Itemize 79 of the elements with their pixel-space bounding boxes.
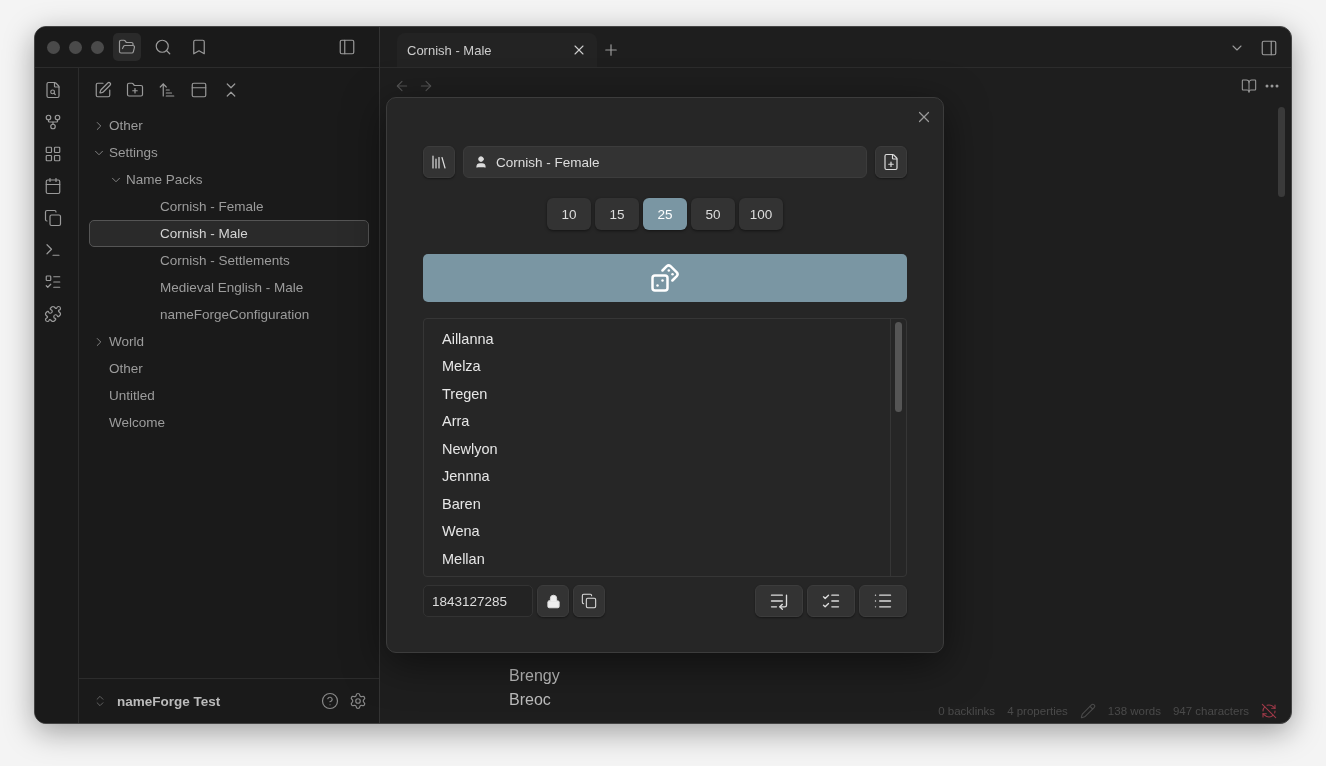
file-search-icon: [43, 81, 62, 99]
panel-icon: [190, 81, 208, 99]
book-icon: [1241, 78, 1257, 94]
name-item[interactable]: Wena: [442, 517, 906, 545]
folder-item[interactable]: Name Packs: [89, 166, 369, 193]
books-icon: [430, 153, 448, 171]
plus-icon: [602, 41, 620, 59]
file-item[interactable]: Medieval English - Male: [89, 274, 369, 301]
seed-field[interactable]: 1843127285: [423, 585, 533, 617]
more-icon[interactable]: [1265, 84, 1279, 88]
new-folder-icon: [126, 81, 144, 99]
name-item[interactable]: Newlyon: [442, 435, 906, 463]
scrollbar[interactable]: [1278, 107, 1285, 197]
insert-button[interactable]: [755, 585, 803, 617]
file-item[interactable]: Cornish - Settlements: [89, 247, 369, 274]
new-note-icon: [94, 81, 112, 99]
bullet-list-button[interactable]: [859, 585, 907, 617]
graph-icon: [43, 113, 62, 131]
search-icon: [154, 38, 172, 56]
file-item[interactable]: nameForgeConfiguration: [89, 301, 369, 328]
forward-icon: [418, 78, 434, 94]
list-icon: [43, 273, 62, 291]
calendar-icon: [43, 177, 62, 195]
tab-title: Cornish - Male: [407, 42, 492, 58]
close-dot[interactable]: [47, 40, 60, 54]
panel-right-icon: [1260, 39, 1278, 57]
panel-left-icon: [338, 38, 356, 56]
folder-item[interactable]: World: [89, 328, 369, 355]
checklist-button[interactable]: [807, 585, 855, 617]
bookmark-icon: [190, 38, 208, 56]
count-button[interactable]: 10: [547, 198, 591, 230]
name-item[interactable]: Tregen: [442, 380, 906, 408]
folder-item[interactable]: Settings: [89, 139, 369, 166]
count-button[interactable]: 50: [691, 198, 735, 230]
scrollbar[interactable]: [895, 322, 902, 412]
name-item[interactable]: Arra: [442, 407, 906, 435]
file-item[interactable]: Cornish - Female: [89, 193, 369, 220]
file-plus-icon: [882, 153, 900, 171]
file-item[interactable]: Untitled: [89, 382, 369, 409]
packs-button[interactable]: [423, 146, 455, 178]
new-file-button[interactable]: [875, 146, 907, 178]
vault-name[interactable]: nameForge Test: [117, 693, 311, 709]
name-item[interactable]: Melza: [442, 352, 906, 380]
back-icon: [394, 78, 410, 94]
dice-icon: [650, 263, 680, 293]
name-item[interactable]: Aillanna: [442, 325, 906, 353]
file-item[interactable]: Welcome: [89, 409, 369, 436]
note-text: Brengy: [509, 666, 560, 686]
file-item[interactable]: Other: [89, 355, 369, 382]
sort-icon: [158, 81, 176, 99]
files-button[interactable]: [113, 33, 141, 61]
lock-icon: [545, 593, 561, 609]
file-item[interactable]: Cornish - Male: [89, 220, 369, 247]
copy-icon: [581, 593, 597, 609]
checklist-icon: [821, 591, 841, 611]
help-icon: [321, 692, 339, 710]
folder-item[interactable]: Other: [89, 112, 369, 139]
pencil-icon: [1079, 703, 1096, 719]
note-text: Breoc: [509, 690, 551, 710]
name-item[interactable]: Mellan: [442, 545, 906, 573]
name-item[interactable]: Baren: [442, 490, 906, 518]
pack-select[interactable]: Cornish - Female: [463, 146, 867, 178]
sync-off-icon: [1261, 703, 1277, 719]
name-item[interactable]: Jennna: [442, 462, 906, 490]
user-icon: [474, 155, 488, 169]
folder-icon: [118, 38, 136, 56]
minimize-dot[interactable]: [69, 40, 82, 54]
count-button[interactable]: 15: [595, 198, 639, 230]
copy-button[interactable]: [573, 585, 605, 617]
grid-icon: [43, 145, 62, 163]
terminal-icon: [43, 241, 62, 259]
puzzle-icon: [43, 305, 62, 323]
zoom-dot[interactable]: [91, 40, 104, 54]
tab[interactable]: Cornish - Male: [397, 33, 597, 67]
copy-icon: [43, 209, 62, 227]
lock-button[interactable]: [537, 585, 569, 617]
count-button[interactable]: 100: [739, 198, 783, 230]
pack-name: Cornish - Female: [496, 154, 600, 170]
settings-icon: [349, 692, 367, 710]
